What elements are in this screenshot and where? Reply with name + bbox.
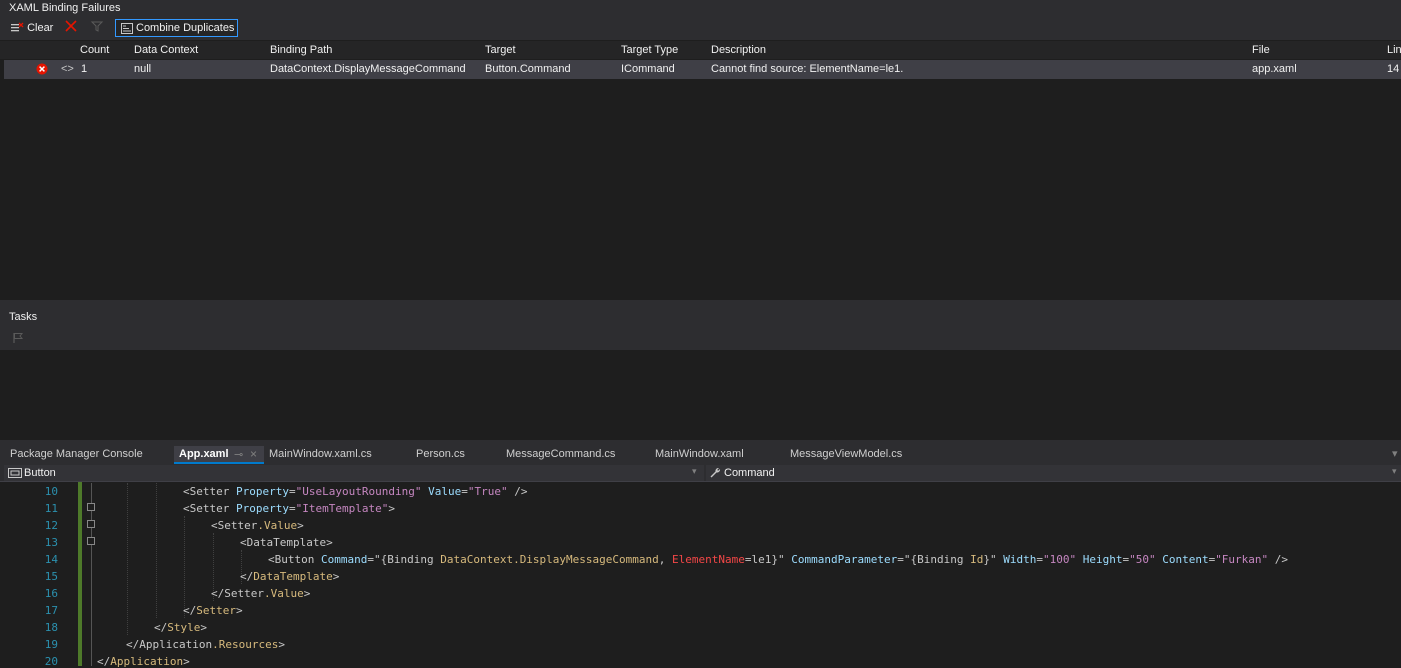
tab-app-xaml[interactable]: App.xaml ⊸ × [174,446,264,464]
code-line[interactable]: <Setter.Value> [211,519,304,532]
element-dropdown[interactable]: Button ▾ [4,465,704,481]
code-line[interactable]: </Setter.Value> [211,587,310,600]
tab-overflow-dropdown-icon[interactable]: ▾ [1392,447,1398,460]
column-header-binding-path[interactable]: Binding Path [270,44,332,56]
column-header-line[interactable]: Lin [1387,44,1401,56]
row-binding-path: DataContext.DisplayMessageCommand [270,63,466,75]
column-header-target[interactable]: Target [485,44,516,56]
delete-button[interactable] [64,19,78,36]
error-icon [36,63,48,75]
collapse-icon[interactable] [87,520,95,528]
line-number: 16 [44,587,58,600]
line-number: 19 [44,638,58,651]
line-number: 17 [44,604,58,617]
change-tracking-bar [78,482,82,666]
panel-splitter[interactable] [0,300,1401,308]
tab-mainwindow-xaml-cs[interactable]: MainWindow.xaml.cs [269,448,372,460]
editor-tab-strip: Package Manager Console App.xaml ⊸ × Mai… [0,446,1401,464]
panel-title-bar: XAML Binding Failures [0,0,1401,17]
tab-label: App.xaml [179,448,229,460]
chevron-down-icon: ▾ [692,466,697,476]
line-number: 11 [44,502,58,515]
code-line[interactable]: <Button Command="{Binding DataContext.Di… [268,553,1288,566]
row-file: app.xaml [1252,63,1297,75]
clear-button[interactable]: Clear [10,20,53,37]
flag-icon[interactable] [12,332,24,344]
button-element-icon [8,468,22,478]
tasks-title: Tasks [9,311,38,323]
member-dropdown-value: Command [724,467,775,479]
code-line[interactable]: <Setter Property="ItemTemplate"> [183,502,395,515]
panel-toolbar: Clear Combine Duplicates [0,17,1401,40]
line-number: 18 [44,621,58,634]
delete-x-icon [65,20,77,32]
column-header-file[interactable]: File [1252,44,1270,56]
tab-package-manager-console[interactable]: Package Manager Console [10,448,143,460]
clear-list-icon [11,22,24,32]
line-number: 12 [44,519,58,532]
collapse-icon[interactable] [87,503,95,511]
panel-title: XAML Binding Failures [9,2,121,14]
pin-icon[interactable]: ⊸ [234,448,243,461]
filter-button[interactable] [90,19,104,36]
line-number: 10 [44,485,58,498]
collapse-icon[interactable] [87,537,95,545]
tab-messageviewmodel-cs[interactable]: MessageViewModel.cs [790,448,902,460]
combine-duplicates-label: Combine Duplicates [136,22,235,34]
close-icon[interactable]: × [250,447,257,461]
wrench-icon [710,467,721,478]
tab-messagecommand-cs[interactable]: MessageCommand.cs [506,448,615,460]
code-line[interactable]: </Application> [97,655,190,668]
combine-icon [121,23,133,34]
code-line[interactable]: <DataTemplate> [240,536,333,549]
code-line[interactable]: </Setter> [183,604,243,617]
tab-person-cs[interactable]: Person.cs [416,448,465,460]
row-target-type: ICommand [621,63,675,75]
tasks-header [0,308,1401,350]
column-header-description[interactable]: Description [711,44,766,56]
row-data-context: null [134,63,152,75]
code-line[interactable]: </Style> [154,621,207,634]
grid-header: Count Data Context Binding Path Target T… [0,41,1401,59]
element-dropdown-value: Button [24,467,56,479]
column-header-target-type[interactable]: Target Type [621,44,678,56]
code-line[interactable]: <Setter Property="UseLayoutRounding" Val… [183,485,527,498]
table-row[interactable]: <> 1 null DataContext.DisplayMessageComm… [4,60,1401,79]
tab-mainwindow-xaml[interactable]: MainWindow.xaml [655,448,744,460]
column-header-count[interactable]: Count [80,44,109,56]
chevron-down-icon: ▾ [1392,466,1397,476]
code-view-icon[interactable]: <> [61,63,74,75]
code-line[interactable]: </Application.Resources> [126,638,285,651]
filter-icon [90,21,104,32]
row-description: Cannot find source: ElementName=le1. [711,63,904,75]
code-line[interactable]: </DataTemplate> [240,570,339,583]
row-target: Button.Command [485,63,571,75]
line-number: 20 [44,655,58,668]
member-dropdown[interactable]: Command ▾ [706,465,1401,481]
row-count: 1 [81,63,88,75]
column-header-data-context[interactable]: Data Context [134,44,198,56]
combine-duplicates-button[interactable]: Combine Duplicates [115,19,238,37]
clear-label: Clear [27,22,54,34]
line-number: 15 [44,570,58,583]
line-number: 13 [44,536,58,549]
line-number: 14 [44,553,58,566]
row-line: 14 [1387,63,1400,75]
